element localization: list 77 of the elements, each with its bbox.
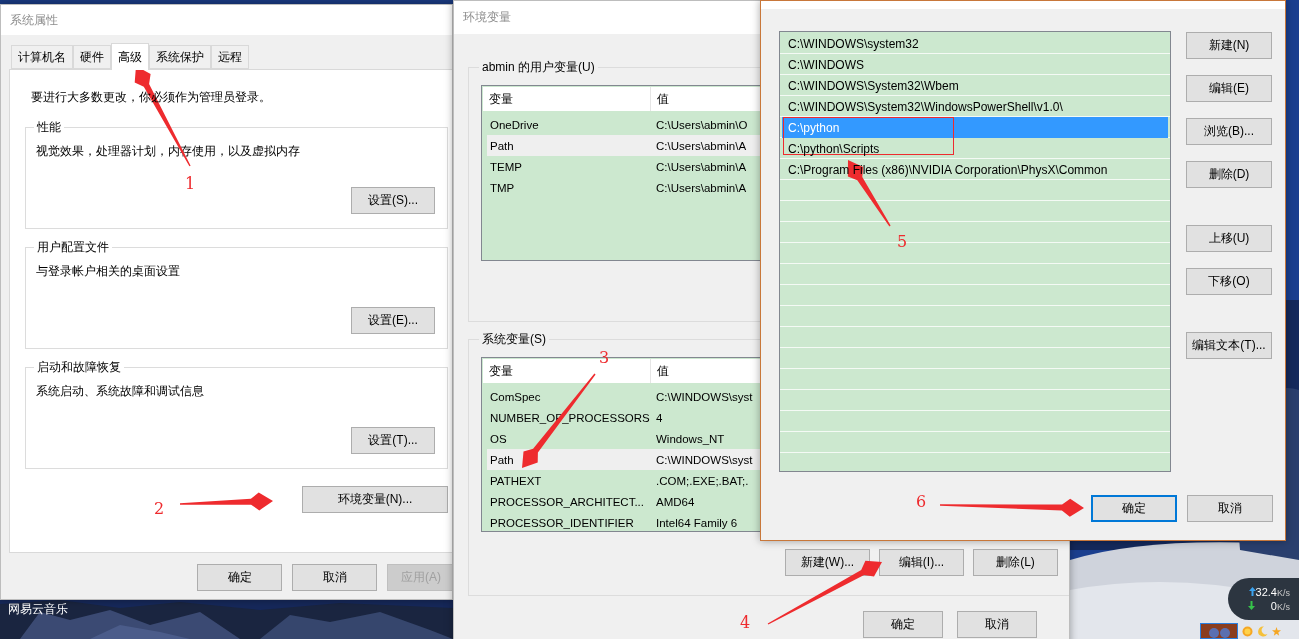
- environment-variables-button[interactable]: 环境变量(N)...: [302, 486, 448, 513]
- path-entry[interactable]: C:\python\Scripts: [782, 138, 1168, 159]
- table-cell-text: PROCESSOR_IDENTIFIER: [489, 515, 635, 530]
- path-entry[interactable]: C:\WINDOWS\System32\Wbem: [782, 75, 1168, 96]
- tab[interactable]: 硬件: [73, 45, 111, 69]
- table-cell-text: C:\Users\abmin\A: [655, 180, 747, 195]
- path-entry[interactable]: C:\WINDOWS\system32: [782, 33, 1168, 54]
- path-action-button[interactable]: 编辑文本(T)...: [1186, 332, 1272, 359]
- variable-action-button[interactable]: 删除(L): [973, 549, 1058, 576]
- dialog-button[interactable]: 取消: [1187, 495, 1273, 522]
- path-entry[interactable]: C:\WINDOWS: [782, 54, 1168, 75]
- table-cell-text: PATHEXT: [489, 473, 543, 488]
- window-title: 环境变量: [463, 9, 511, 26]
- path-action-button[interactable]: 上移(U): [1186, 225, 1272, 252]
- table-cell-text: Intel64 Family 6: [655, 515, 738, 530]
- path-action-button[interactable]: 删除(D): [1186, 161, 1272, 188]
- group-title: 性能: [36, 119, 62, 135]
- group-title: 系统变量(S): [481, 331, 547, 347]
- sun-icon[interactable]: [1242, 625, 1253, 637]
- table-cell-text: TMP: [489, 180, 516, 195]
- table-cell-text: ComSpec: [489, 389, 542, 404]
- table-cell-text: C:\WINDOWS\syst: [655, 452, 753, 467]
- table-cell-text: Path: [489, 452, 515, 467]
- upload-arrow-icon: [1248, 587, 1256, 596]
- table-cell-text: TEMP: [489, 159, 523, 174]
- group-title: 启动和故障恢复: [36, 359, 122, 375]
- group-description: 系统启动、系统故障和调试信息: [36, 383, 205, 400]
- speed-unit: K/s: [1277, 588, 1290, 598]
- step-number: 1: [185, 175, 196, 193]
- dialog-button[interactable]: 确定: [1091, 495, 1177, 522]
- table-cell-text: OS: [489, 431, 508, 446]
- path-action-button[interactable]: 新建(N): [1186, 32, 1272, 59]
- upload-speed: 32.4: [1255, 586, 1277, 598]
- table-cell-text: 4: [655, 410, 663, 425]
- variable-action-button[interactable]: 编辑(I)...: [879, 549, 964, 576]
- window-title: 系统属性: [10, 11, 58, 29]
- table-cell-text: Windows_NT: [655, 431, 725, 446]
- step-number: 4: [740, 614, 751, 632]
- step-number: 2: [154, 500, 165, 518]
- desktop-icon-label[interactable]: 网易云音乐: [8, 601, 68, 618]
- table-cell-text: C:\WINDOWS\syst: [655, 389, 753, 404]
- settings-button[interactable]: 设置(E)...: [351, 307, 435, 334]
- group-title: abmin 的用户变量(U): [481, 59, 596, 75]
- dialog-button[interactable]: 确定: [197, 564, 282, 591]
- tab[interactable]: 系统保护: [149, 45, 211, 69]
- download-arrow-icon: [1247, 601, 1255, 610]
- column-header[interactable]: 变量: [483, 87, 651, 111]
- star-icon[interactable]: [1272, 626, 1281, 636]
- tab[interactable]: 远程: [211, 45, 249, 69]
- path-action-button[interactable]: 浏览(B)...: [1186, 118, 1272, 145]
- settings-button[interactable]: 设置(S)...: [351, 187, 435, 214]
- table-cell-text: Path: [489, 138, 515, 153]
- step-number: 5: [897, 233, 908, 251]
- variable-action-button[interactable]: 新建(W)...: [785, 549, 870, 576]
- tab[interactable]: 计算机名: [11, 45, 73, 69]
- thumbnail-icon[interactable]: [1200, 623, 1238, 639]
- speed-unit: K/s: [1277, 602, 1290, 612]
- dialog-button[interactable]: 取消: [957, 611, 1037, 638]
- table-cell-text: PROCESSOR_ARCHITECT...: [489, 494, 645, 509]
- table-cell-text: C:\Users\abmin\O: [655, 117, 748, 132]
- path-action-button[interactable]: 下移(O): [1186, 268, 1272, 295]
- tab[interactable]: 高级: [111, 43, 149, 70]
- settings-button[interactable]: 设置(T)...: [351, 427, 435, 454]
- path-action-button[interactable]: 编辑(E): [1186, 75, 1272, 102]
- group-title: 用户配置文件: [36, 239, 110, 255]
- moon-icon[interactable]: [1257, 625, 1268, 637]
- table-cell-text: C:\Users\abmin\A: [655, 159, 747, 174]
- table-cell-text: .COM;.EXE;.BAT;.: [655, 473, 749, 488]
- table-cell-text: AMD64: [655, 494, 695, 509]
- dialog-button[interactable]: 确定: [863, 611, 943, 638]
- group-description: 与登录帐户相关的桌面设置: [36, 263, 181, 280]
- path-entry[interactable]: C:\WINDOWS\System32\WindowsPowerShell\v1.0\: [782, 96, 1168, 117]
- table-cell-text: C:\Users\abmin\A: [655, 138, 747, 153]
- download-speed: 0: [1270, 600, 1277, 612]
- step-number: 6: [916, 493, 927, 511]
- dialog-button[interactable]: 取消: [292, 564, 377, 591]
- table-cell-text: OneDrive: [489, 117, 540, 132]
